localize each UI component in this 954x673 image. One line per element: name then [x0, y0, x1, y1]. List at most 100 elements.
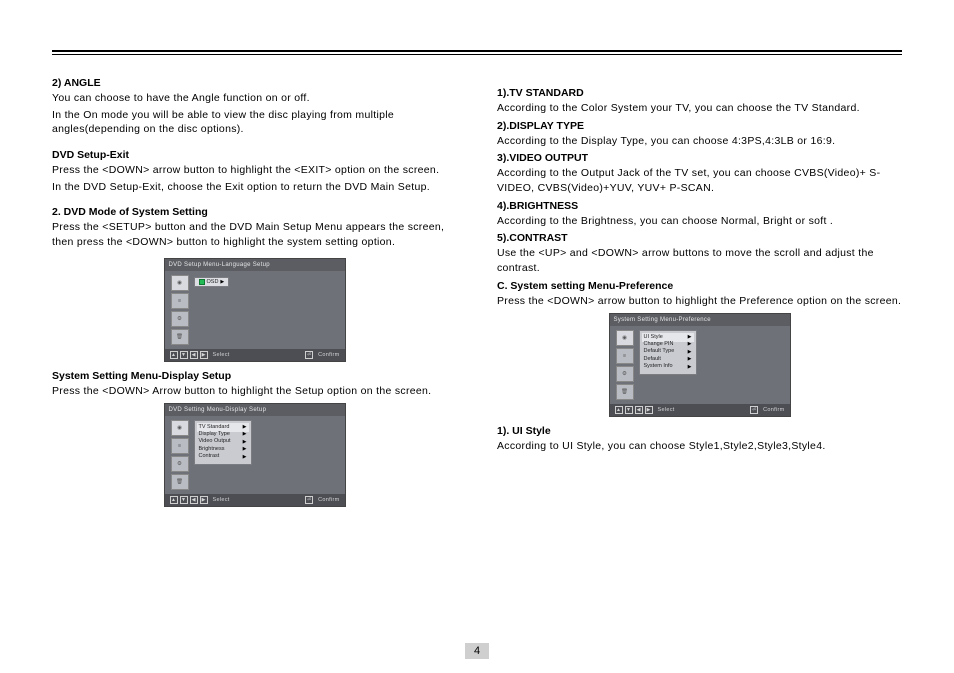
arrow-left-icon: ◀: [190, 496, 198, 504]
arrow-left-icon: ◀: [635, 406, 643, 414]
angle-para-2: In the On mode you will be able to view …: [52, 108, 457, 137]
footer-select-label: Select: [213, 352, 230, 358]
screenshot-title-bar: DVD Setup Menu-Language Setup: [165, 259, 345, 271]
screenshot-footer: ▲ ▼ ◀ ▶ Select ⏎ Confirm: [165, 349, 345, 361]
panel-wrap: OSD ▶: [194, 275, 230, 287]
list-item: Video Output▶: [199, 438, 247, 445]
ui-style-heading: 1). UI Style: [497, 425, 902, 437]
list-item-label: Default: [644, 356, 661, 363]
screenshot-title-bar: System Setting Menu-Preference: [610, 314, 790, 326]
footer-confirm-label: Confirm: [763, 407, 784, 413]
screenshot-footer: ▲ ▼ ◀ ▶ Select ⏎ Confirm: [610, 404, 790, 416]
arrow-right-icon: ▶: [200, 351, 208, 359]
chevron-right-icon: ▶: [220, 279, 224, 285]
arrow-down-icon: ▼: [625, 406, 633, 414]
ui-style-para: According to UI Style, you can choose St…: [497, 439, 902, 454]
chevron-right-icon: ▶: [688, 364, 692, 371]
preference-para: Press the <DOWN> arrow button to highlig…: [497, 294, 902, 309]
enter-icon: ⏎: [305, 496, 313, 504]
video-output-para: According to the Output Jack of the TV s…: [497, 166, 902, 195]
footer-select-label: Select: [213, 497, 230, 503]
arrow-up-icon: ▲: [170, 496, 178, 504]
chevron-right-icon: ▶: [243, 439, 247, 446]
osd-chip: OSD ▶: [194, 277, 230, 287]
list-item: Contrast ▶: [199, 453, 247, 460]
list-item: Default Type ▶: [644, 348, 692, 355]
list-item-label: UI Style: [644, 334, 663, 341]
dvd-setup-exit-heading: DVD Setup-Exit: [52, 149, 457, 161]
screenshot-preference: System Setting Menu-Preference ◉ ≡ ⚙ 🗑 U…: [609, 313, 791, 417]
display-type-heading: 2).DISPLAY TYPE: [497, 120, 902, 132]
left-column: 2) ANGLE You can choose to have the Angl…: [52, 73, 457, 515]
contrast-para: Use the <UP> and <DOWN> arrow buttons to…: [497, 246, 902, 275]
gear-icon: ⚙: [171, 456, 189, 472]
bars-icon: ≡: [616, 348, 634, 364]
trash-icon: 🗑: [616, 384, 634, 400]
tv-standard-para: According to the Color System your TV, y…: [497, 101, 902, 116]
arrow-down-icon: ▼: [180, 496, 188, 504]
preference-heading: C. System setting Menu-Preference: [497, 280, 902, 292]
chevron-right-icon: ▶: [688, 349, 692, 356]
screenshot-title-bar: DVD Setting Menu-Display Setup: [165, 404, 345, 416]
list-item-label: Change PIN: [644, 341, 674, 348]
page-number: 4: [0, 643, 954, 659]
brightness-para: According to the Brightness, you can cho…: [497, 214, 902, 229]
arrow-left-icon: ◀: [190, 351, 198, 359]
check-icon: [199, 279, 205, 285]
angle-para-1: You can choose to have the Angle functio…: [52, 91, 457, 106]
bars-icon: ≡: [171, 438, 189, 454]
chevron-right-icon: ▶: [688, 341, 692, 348]
list-item-label: System Info: [644, 363, 673, 370]
screenshot-body: ◉ ≡ ⚙ 🗑 OSD ▶: [165, 271, 345, 349]
tv-standard-heading: 1).TV STANDARD: [497, 87, 902, 99]
footer-select-label: Select: [658, 407, 675, 413]
screenshot-left-rail: ◉ ≡ ⚙ 🗑: [616, 330, 634, 400]
footer-confirm-label: Confirm: [318, 352, 339, 358]
list-item: Display Type ▶: [199, 431, 247, 438]
arrow-right-icon: ▶: [645, 406, 653, 414]
angle-heading: 2) ANGLE: [52, 77, 457, 89]
globe-icon: ◉: [171, 420, 189, 436]
chevron-right-icon: ▶: [243, 454, 247, 461]
enter-icon: ⏎: [750, 406, 758, 414]
preference-panel: UI Style ▶ Change PIN ▶ Default Type ▶ Defa…: [639, 330, 697, 375]
page-number-label: 4: [465, 643, 489, 659]
screenshot-left-rail: ◉ ≡ ⚙ 🗑: [171, 420, 189, 490]
gear-icon: ⚙: [616, 366, 634, 382]
page-rule: [52, 50, 902, 55]
dvd-mode-para: Press the <SETUP> button and the DVD Mai…: [52, 220, 457, 249]
screenshot-language-setup: DVD Setup Menu-Language Setup ◉ ≡ ⚙ 🗑 OS…: [164, 258, 346, 362]
list-item-label: Default Type: [644, 348, 675, 355]
contrast-heading: 5).CONTRAST: [497, 232, 902, 244]
globe-icon: ◉: [616, 330, 634, 346]
screenshot-body: ◉ ≡ ⚙ 🗑 TV Standard ▶ Display Type ▶ Video…: [165, 416, 345, 494]
screenshot-footer: ▲ ▼ ◀ ▶ Select ⏎ Confirm: [165, 494, 345, 506]
list-item-label: Brightness: [199, 446, 225, 453]
list-item: Change PIN ▶: [644, 341, 692, 348]
chevron-right-icon: ▶: [688, 356, 692, 363]
list-item-label: Display Type: [199, 431, 230, 438]
dvd-setup-exit-para-1: Press the <DOWN> arrow button to highlig…: [52, 163, 457, 178]
chevron-right-icon: ▶: [243, 431, 247, 438]
arrow-right-icon: ▶: [200, 496, 208, 504]
arrow-down-icon: ▼: [180, 351, 188, 359]
chevron-right-icon: ▶: [688, 334, 692, 341]
gear-icon: ⚙: [171, 311, 189, 327]
footer-confirm-label: Confirm: [318, 497, 339, 503]
globe-icon: ◉: [171, 275, 189, 291]
right-column: 1).TV STANDARD According to the Color Sy…: [497, 73, 902, 515]
display-setup-para: Press the <DOWN> Arrow button to highlig…: [52, 384, 457, 399]
display-type-para: According to the Display Type, you can c…: [497, 134, 902, 149]
display-setup-heading: System Setting Menu-Display Setup: [52, 370, 457, 382]
video-output-heading: 3).VIDEO OUTPUT: [497, 152, 902, 164]
list-item-label: Contrast: [199, 453, 220, 460]
dvd-setup-exit-para-2: In the DVD Setup-Exit, choose the Exit o…: [52, 180, 457, 195]
arrow-up-icon: ▲: [170, 351, 178, 359]
enter-icon: ⏎: [305, 351, 313, 359]
bars-icon: ≡: [171, 293, 189, 309]
list-item-label: TV Standard: [199, 424, 230, 431]
chevron-right-icon: ▶: [243, 424, 247, 431]
arrow-up-icon: ▲: [615, 406, 623, 414]
screenshot-body: ◉ ≡ ⚙ 🗑 UI Style ▶ Change PIN ▶ Default Ty…: [610, 326, 790, 404]
two-column-layout: 2) ANGLE You can choose to have the Angl…: [52, 73, 902, 515]
